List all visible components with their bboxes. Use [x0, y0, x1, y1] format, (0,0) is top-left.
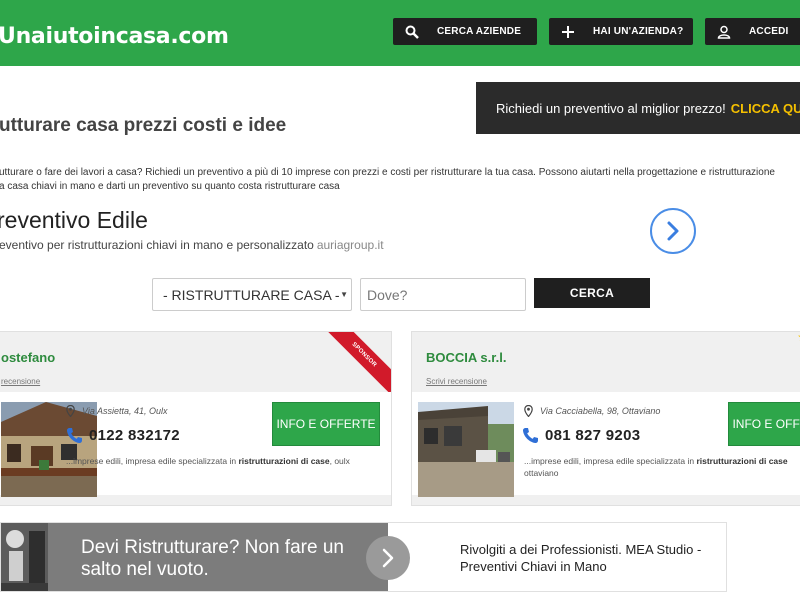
ad-domain[interactable]: auriagroup.it: [317, 238, 384, 252]
login-button[interactable]: ACCEDI: [705, 18, 800, 45]
ad-subtitle-text: eventivo per ristrutturazioni chiavi in …: [0, 238, 314, 252]
intro-line-1: utturare o fare dei lavori a casa? Richi…: [0, 167, 775, 178]
search-button[interactable]: CERCA: [534, 278, 650, 308]
listing-description: ...imprese edili, impresa edile speciali…: [524, 455, 788, 479]
ad-subtitle: eventivo per ristrutturazioni chiavi in …: [0, 238, 384, 252]
listing-description: ...imprese edili, impresa edile speciali…: [66, 455, 350, 467]
listing-phone[interactable]: 081 827 9203: [522, 427, 640, 444]
listing-photo[interactable]: [418, 402, 514, 497]
ad-banner[interactable]: Devi Ristrutturare? Non fare un salto ne…: [0, 522, 727, 592]
listing-address: Via Cacciabella, 98, Ottaviano: [524, 405, 660, 417]
intro-line-2: a casa chiavi in mano e darti un prevent…: [0, 181, 340, 192]
user-icon: [713, 25, 735, 39]
listing-desc-prefix: ...imprese edili, impresa edile speciali…: [66, 456, 239, 466]
listing-card[interactable]: ostefano recensione SPONSOR Via Assietta…: [0, 331, 392, 506]
site-logo[interactable]: Unaiutoincasa.com: [0, 24, 229, 49]
category-select-value: - RISTRUTTURARE CASA -: [163, 286, 340, 303]
listing-body: Via Cacciabella, 98, Ottaviano 081 827 9…: [412, 392, 800, 497]
listing-address: Via Assietta, 41, Oulx: [66, 405, 168, 417]
have-company-label: HAI UN'AZIENDA?: [593, 26, 684, 37]
listing-name[interactable]: ostefano: [1, 350, 55, 365]
map-pin-icon: [66, 405, 75, 417]
map-pin-icon: [524, 405, 533, 417]
search-icon: [401, 25, 423, 39]
listing-phone-number: 081 827 9203: [545, 427, 641, 444]
listing-desc-prefix: ...imprese edili, impresa edile speciali…: [524, 456, 697, 466]
search-companies-button[interactable]: CERCA AZIENDE: [393, 18, 537, 45]
listing-desc-line-1: ...imprese edili, impresa edile speciali…: [524, 455, 788, 467]
write-review-link[interactable]: Scrivi recensione: [426, 377, 487, 386]
caret-down-icon: ▼: [340, 290, 348, 299]
chevron-right-icon[interactable]: [366, 536, 410, 580]
plus-icon: [557, 25, 579, 39]
listing-body: Via Assietta, 41, Oulx 0122 832172 ...im…: [0, 392, 391, 497]
location-input[interactable]: [360, 278, 526, 311]
write-review-link[interactable]: recensione: [1, 377, 40, 386]
info-offers-button[interactable]: INFO E OFFERTE: [272, 402, 380, 446]
promo-cta[interactable]: CLICCA QUI: [731, 101, 800, 116]
page-title: utturare casa prezzi costi e idee: [0, 115, 287, 136]
search-companies-label: CERCA AZIENDE: [437, 26, 522, 37]
banner-image: [1, 523, 48, 591]
login-label: ACCEDI: [749, 26, 789, 37]
phone-icon: [523, 428, 538, 443]
listing-phone-number: 0122 832172: [89, 427, 180, 444]
have-company-button[interactable]: HAI UN'AZIENDA?: [549, 18, 693, 45]
intro-text: utturare o fare dei lavori a casa? Richi…: [0, 166, 800, 194]
sponsor-badge: SPONSOR: [325, 332, 391, 394]
listing-address-text: Via Cacciabella, 98, Ottaviano: [540, 406, 661, 416]
chevron-right-icon[interactable]: [650, 208, 696, 254]
listing-desc-bold: ristrutturazioni di case: [238, 456, 330, 466]
banner-text: Rivolgiti a dei Professionisti. MEA Stud…: [460, 542, 702, 574]
site-header: Unaiutoincasa.com CERCA AZIENDE HAI UN'A…: [0, 0, 800, 66]
banner-headline-panel: Devi Ristrutturare? Non fare un salto ne…: [48, 523, 410, 591]
phone-icon: [67, 428, 82, 443]
ad-title[interactable]: reventivo Edile: [0, 207, 148, 234]
listing-address-text: Via Assietta, 41, Oulx: [82, 406, 168, 416]
listing-card[interactable]: ★ BOCCIA s.r.l. Scrivi recensione Via Ca…: [411, 331, 800, 506]
banner-headline: Devi Ristrutturare? Non fare un salto ne…: [81, 537, 344, 580]
listing-desc-suffix: , oulx: [329, 456, 350, 466]
promo-text: Richiedi un preventivo al miglior prezzo…: [496, 100, 726, 116]
info-offers-button[interactable]: INFO E OFFERTE: [728, 402, 800, 446]
listing-name[interactable]: BOCCIA s.r.l.: [426, 350, 506, 365]
listing-phone[interactable]: 0122 832172: [66, 427, 180, 444]
listing-desc-line-2: ottaviano: [524, 468, 559, 478]
quote-promo-banner[interactable]: Richiedi un preventivo al miglior prezzo…: [476, 82, 800, 134]
category-select[interactable]: - RISTRUTTURARE CASA - ▼: [152, 278, 352, 311]
listing-desc-bold: ristrutturazioni di case: [696, 456, 788, 466]
